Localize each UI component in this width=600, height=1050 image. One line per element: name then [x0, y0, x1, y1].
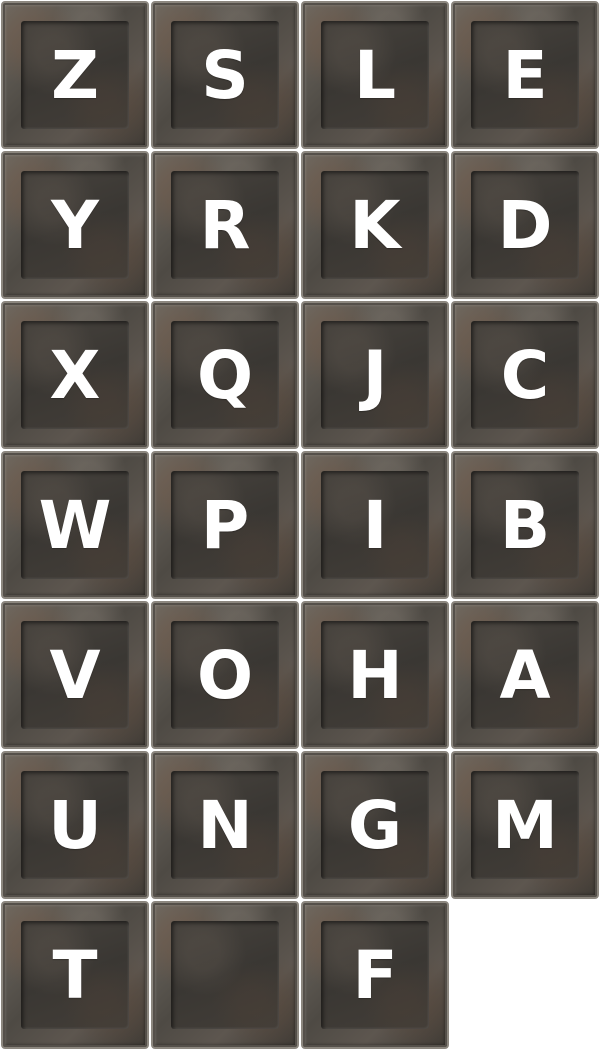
tile-letter: T: [52, 936, 98, 1014]
tile-letter: P: [200, 486, 250, 564]
letter-tile[interactable]: M: [451, 751, 599, 899]
letter-tile[interactable]: C: [451, 301, 599, 449]
tile-letter: W: [38, 486, 112, 564]
letter-tile[interactable]: S: [151, 1, 299, 149]
tile-letter: X: [49, 336, 101, 414]
letter-tile[interactable]: K: [301, 151, 449, 299]
tile-letter: U: [48, 786, 102, 864]
letter-tile[interactable]: Q: [151, 301, 299, 449]
tile-letter: R: [199, 186, 251, 264]
tile-letter: H: [347, 636, 403, 714]
letter-tile[interactable]: Y: [1, 151, 149, 299]
letter-tile[interactable]: R: [151, 151, 299, 299]
letter-tile[interactable]: V: [1, 601, 149, 749]
letter-tile[interactable]: B: [451, 451, 599, 599]
tile-letter: S: [201, 36, 249, 114]
tile-letter: E: [502, 36, 548, 114]
letter-tile[interactable]: L: [301, 1, 449, 149]
tile-letter: B: [499, 486, 551, 564]
letter-tile-grid: Z S L E Y R K D X Q J C W P I B V O H A …: [0, 0, 600, 1050]
tile-letter: D: [497, 186, 553, 264]
tile-letter: [153, 903, 297, 1047]
letter-tile[interactable]: A: [451, 601, 599, 749]
tile-letter: I: [362, 486, 388, 564]
letter-tile[interactable]: J: [301, 301, 449, 449]
letter-tile[interactable]: X: [1, 301, 149, 449]
letter-tile[interactable]: O: [151, 601, 299, 749]
letter-tile[interactable]: E: [451, 1, 599, 149]
tile-letter: N: [197, 786, 253, 864]
letter-tile[interactable]: H: [301, 601, 449, 749]
tile-letter: V: [49, 636, 101, 714]
letter-tile[interactable]: T: [1, 901, 149, 1049]
tile-letter: F: [352, 936, 398, 1014]
tile-letter: L: [353, 36, 397, 114]
letter-tile[interactable]: P: [151, 451, 299, 599]
letter-tile[interactable]: F: [301, 901, 449, 1049]
tile-letter: A: [499, 636, 551, 714]
tile-letter: J: [362, 336, 388, 414]
letter-tile[interactable]: I: [301, 451, 449, 599]
letter-tile[interactable]: G: [301, 751, 449, 899]
blank-tile[interactable]: [151, 901, 299, 1049]
letter-tile[interactable]: Z: [1, 1, 149, 149]
tile-letter: C: [500, 336, 550, 414]
letter-tile[interactable]: U: [1, 751, 149, 899]
empty-slot: [450, 900, 600, 1050]
tile-letter: Y: [51, 186, 99, 264]
tile-letter: G: [347, 786, 403, 864]
tile-letter: O: [196, 636, 254, 714]
letter-tile[interactable]: N: [151, 751, 299, 899]
tile-letter: M: [492, 786, 558, 864]
tile-letter: Q: [196, 336, 254, 414]
letter-tile[interactable]: W: [1, 451, 149, 599]
letter-tile[interactable]: D: [451, 151, 599, 299]
tile-letter: Z: [51, 36, 99, 114]
tile-letter: K: [349, 186, 401, 264]
